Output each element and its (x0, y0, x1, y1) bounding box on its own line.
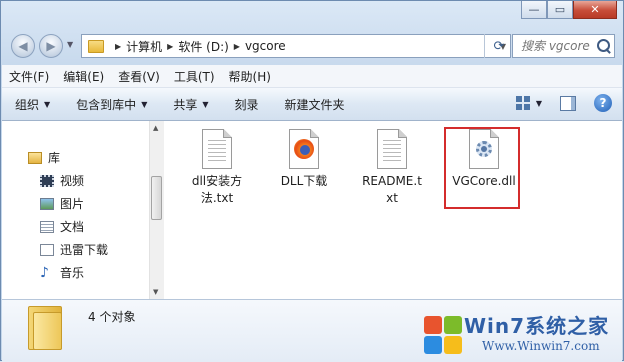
sidebar-item-downloads[interactable]: 迅雷下载 (40, 241, 108, 258)
file-name-line2: 法.txt (200, 191, 234, 205)
explorer-window: — ▭ ✕ ◀ ▶ ▼ ▶ 计算机 ▶ 软件 (D:) ▶ vgcore ▼ ⟳ (0, 0, 624, 362)
view-controls: ▼ ? (515, 94, 612, 112)
navigation-pane: 库 视频 图片 文档 迅雷下载 ♪ 音乐 (2, 121, 149, 299)
menu-edit[interactable]: 编辑(E) (56, 68, 111, 85)
breadcrumb-folder[interactable]: vgcore (245, 39, 286, 53)
maximize-button[interactable]: ▭ (547, 1, 573, 19)
view-options-dropdown-icon[interactable]: ▼ (536, 99, 542, 108)
scrollbar-thumb[interactable] (151, 176, 162, 220)
recent-pages-dropdown-icon[interactable]: ▼ (67, 40, 73, 49)
menu-view[interactable]: 查看(V) (111, 68, 167, 85)
navigation-scrollbar[interactable]: ▲ ▼ (149, 121, 164, 299)
close-button[interactable]: ✕ (573, 1, 617, 19)
watermark-url: Www.Winwin7.com (482, 339, 600, 353)
search-box[interactable] (512, 34, 615, 58)
library-icon (28, 151, 42, 164)
file-name-line1: README.t (362, 174, 422, 188)
document-icon (40, 220, 54, 233)
search-input[interactable] (521, 39, 597, 53)
navigation-bar: ◀ ▶ ▼ ▶ 计算机 ▶ 软件 (D:) ▶ vgcore ▼ ⟳ (9, 31, 615, 59)
sidebar-item-label: 音乐 (60, 266, 85, 280)
include-in-library-label: 包含到库中 (76, 97, 137, 112)
sidebar-item-music[interactable]: ♪ 音乐 (40, 264, 84, 281)
breadcrumb-computer[interactable]: 计算机 (126, 38, 162, 55)
sidebar-item-label: 图片 (60, 197, 85, 211)
search-icon[interactable] (597, 39, 610, 52)
watermark-title: Win7系统之家 (464, 314, 610, 338)
text-file-icon (377, 129, 407, 169)
menu-help[interactable]: 帮助(H) (222, 68, 278, 85)
menu-tools[interactable]: 工具(T) (167, 68, 222, 85)
chevron-down-icon: ▼ (202, 99, 209, 109)
sidebar-item-library[interactable]: 库 (28, 149, 60, 166)
folder-icon (88, 39, 104, 53)
address-bar[interactable]: ▶ 计算机 ▶ 软件 (D:) ▶ vgcore ▼ (81, 34, 511, 58)
text-file-icon (202, 129, 232, 169)
preview-pane-icon[interactable] (560, 95, 576, 111)
details-pane: 4 个对象 Win7系统之家 Www.Winwin7.com (2, 299, 622, 362)
back-button[interactable]: ◀ (11, 34, 35, 58)
sidebar-item-label: 迅雷下载 (60, 243, 109, 257)
file-item-dll-download[interactable]: DLL下载 (264, 129, 344, 190)
burn-label: 刻录 (234, 97, 259, 112)
refresh-button[interactable]: ⟳ (484, 34, 513, 58)
share-button[interactable]: 共享 ▼ (160, 96, 221, 113)
organize-label: 组织 (15, 97, 40, 112)
include-in-library-button[interactable]: 包含到库中 ▼ (63, 96, 160, 113)
forward-button[interactable]: ▶ (39, 34, 63, 58)
watermark: Win7系统之家 Www.Winwin7.com (420, 308, 620, 360)
sidebar-item-label: 库 (48, 151, 61, 165)
windows-logo-icon (420, 312, 464, 356)
chevron-right-icon[interactable]: ▶ (167, 42, 173, 51)
forward-arrow-icon: ▶ (46, 39, 56, 53)
organize-button[interactable]: 组织 ▼ (2, 96, 63, 113)
minimize-button[interactable]: — (521, 1, 547, 19)
breadcrumb-drive[interactable]: 软件 (D:) (178, 38, 228, 55)
sidebar-item-documents[interactable]: 文档 (40, 218, 84, 235)
menu-bar: 文件(F) 编辑(E) 查看(V) 工具(T) 帮助(H) (2, 65, 622, 88)
folder-icon (28, 306, 62, 350)
caption-buttons: — ▭ ✕ (521, 1, 617, 19)
chevron-down-icon: ▼ (141, 99, 148, 109)
file-list: dll安装方 法.txt DLL下载 README.t xt VGCore.dl… (164, 121, 622, 299)
sidebar-item-video[interactable]: 视频 (40, 172, 84, 189)
sidebar-item-pictures[interactable]: 图片 (40, 195, 84, 212)
file-item-dll-install-guide[interactable]: dll安装方 法.txt (177, 129, 257, 207)
help-icon[interactable]: ? (594, 94, 612, 112)
firefox-link-icon (289, 129, 319, 169)
chevron-down-icon: ▼ (44, 99, 51, 109)
scroll-down-icon[interactable]: ▼ (153, 288, 158, 296)
chevron-right-icon[interactable]: ▶ (115, 42, 121, 51)
music-icon: ♪ (40, 264, 49, 281)
refresh-icon: ⟳ (493, 38, 505, 54)
item-count: 4 个对象 (88, 310, 136, 324)
change-view-icon[interactable] (515, 96, 530, 110)
file-name-line1: dll安装方 (191, 174, 243, 188)
sidebar-item-label: 视频 (60, 174, 85, 188)
scroll-up-icon[interactable]: ▲ (153, 124, 158, 132)
share-label: 共享 (173, 97, 198, 112)
burn-button[interactable]: 刻录 (222, 96, 272, 113)
menu-file[interactable]: 文件(F) (2, 68, 56, 85)
chevron-right-icon[interactable]: ▶ (234, 42, 240, 51)
back-arrow-icon: ◀ (18, 39, 28, 53)
file-item-readme[interactable]: README.t xt (352, 129, 432, 207)
new-folder-label: 新建文件夹 (284, 97, 345, 112)
highlight-box (444, 127, 520, 209)
picture-icon (40, 197, 54, 210)
video-icon (40, 174, 54, 187)
sidebar-item-label: 文档 (60, 220, 85, 234)
download-icon (40, 243, 54, 256)
command-bar: 组织 ▼ 包含到库中 ▼ 共享 ▼ 刻录 新建文件夹 ▼ ? (2, 88, 622, 121)
new-folder-button[interactable]: 新建文件夹 (272, 96, 358, 113)
file-name-line1: DLL下载 (280, 174, 328, 188)
file-name-line2: xt (386, 191, 398, 205)
